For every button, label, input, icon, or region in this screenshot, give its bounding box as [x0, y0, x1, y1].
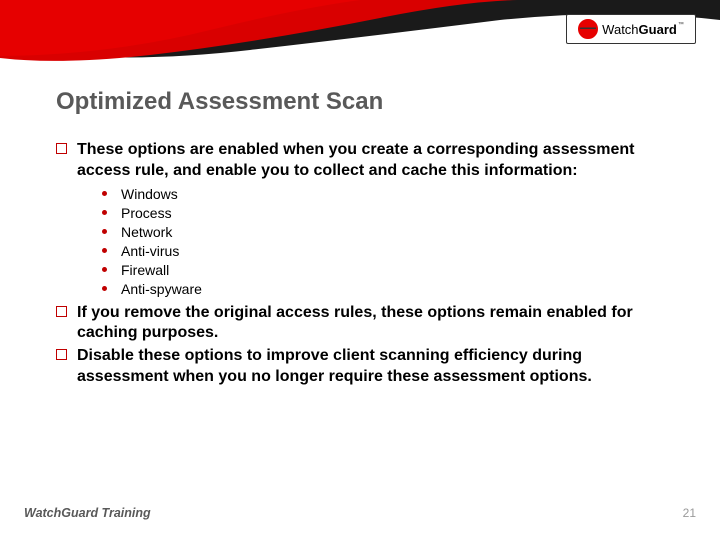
sub-bullet-item: Process	[102, 205, 666, 221]
dot-bullet-icon	[102, 286, 107, 291]
sub-bullet-item: Network	[102, 224, 666, 240]
sub-bullet-text: Anti-virus	[121, 243, 179, 259]
slide: Watch Guard ™ Optimized Assessment Scan …	[0, 0, 720, 540]
sub-bullet-item: Anti-virus	[102, 243, 666, 259]
bullet-text: If you remove the original access rules,…	[77, 303, 666, 345]
sub-bullet-text: Windows	[121, 186, 178, 202]
dot-bullet-icon	[102, 267, 107, 272]
sub-bullet-item: Anti-spyware	[102, 281, 666, 297]
sub-bullet-text: Network	[121, 224, 172, 240]
dot-bullet-icon	[102, 248, 107, 253]
checkbox-bullet-icon	[56, 306, 67, 317]
bullet-text: Disable these options to improve client …	[77, 346, 666, 388]
brand-logo: Watch Guard ™	[566, 14, 696, 44]
dot-bullet-icon	[102, 229, 107, 234]
brand-tm: ™	[678, 22, 684, 28]
brand-logo-text: Watch Guard ™	[602, 22, 684, 37]
sub-bullet-text: Process	[121, 205, 172, 221]
sub-bullet-item: Windows	[102, 186, 666, 202]
sub-bullet-text: Firewall	[121, 262, 169, 278]
checkbox-bullet-icon	[56, 143, 67, 154]
brand-watch: Watch	[602, 22, 638, 37]
sub-bullet-item: Firewall	[102, 262, 666, 278]
slide-content: These options are enabled when you creat…	[56, 140, 666, 390]
dot-bullet-icon	[102, 191, 107, 196]
footer-left-text: WatchGuard Training	[24, 506, 151, 520]
brand-logo-icon	[578, 19, 598, 39]
sub-bullet-list: Windows Process Network Anti-virus Firew…	[102, 186, 666, 297]
brand-guard: Guard	[639, 22, 677, 37]
slide-footer: WatchGuard Training 21	[24, 506, 696, 520]
dot-bullet-icon	[102, 210, 107, 215]
sub-bullet-text: Anti-spyware	[121, 281, 202, 297]
slide-title: Optimized Assessment Scan	[56, 88, 383, 116]
bullet-item: Disable these options to improve client …	[56, 346, 666, 388]
checkbox-bullet-icon	[56, 349, 67, 360]
bullet-item: If you remove the original access rules,…	[56, 303, 666, 345]
page-number: 21	[683, 506, 696, 520]
bullet-item: These options are enabled when you creat…	[56, 140, 666, 182]
bullet-text: These options are enabled when you creat…	[77, 140, 666, 182]
